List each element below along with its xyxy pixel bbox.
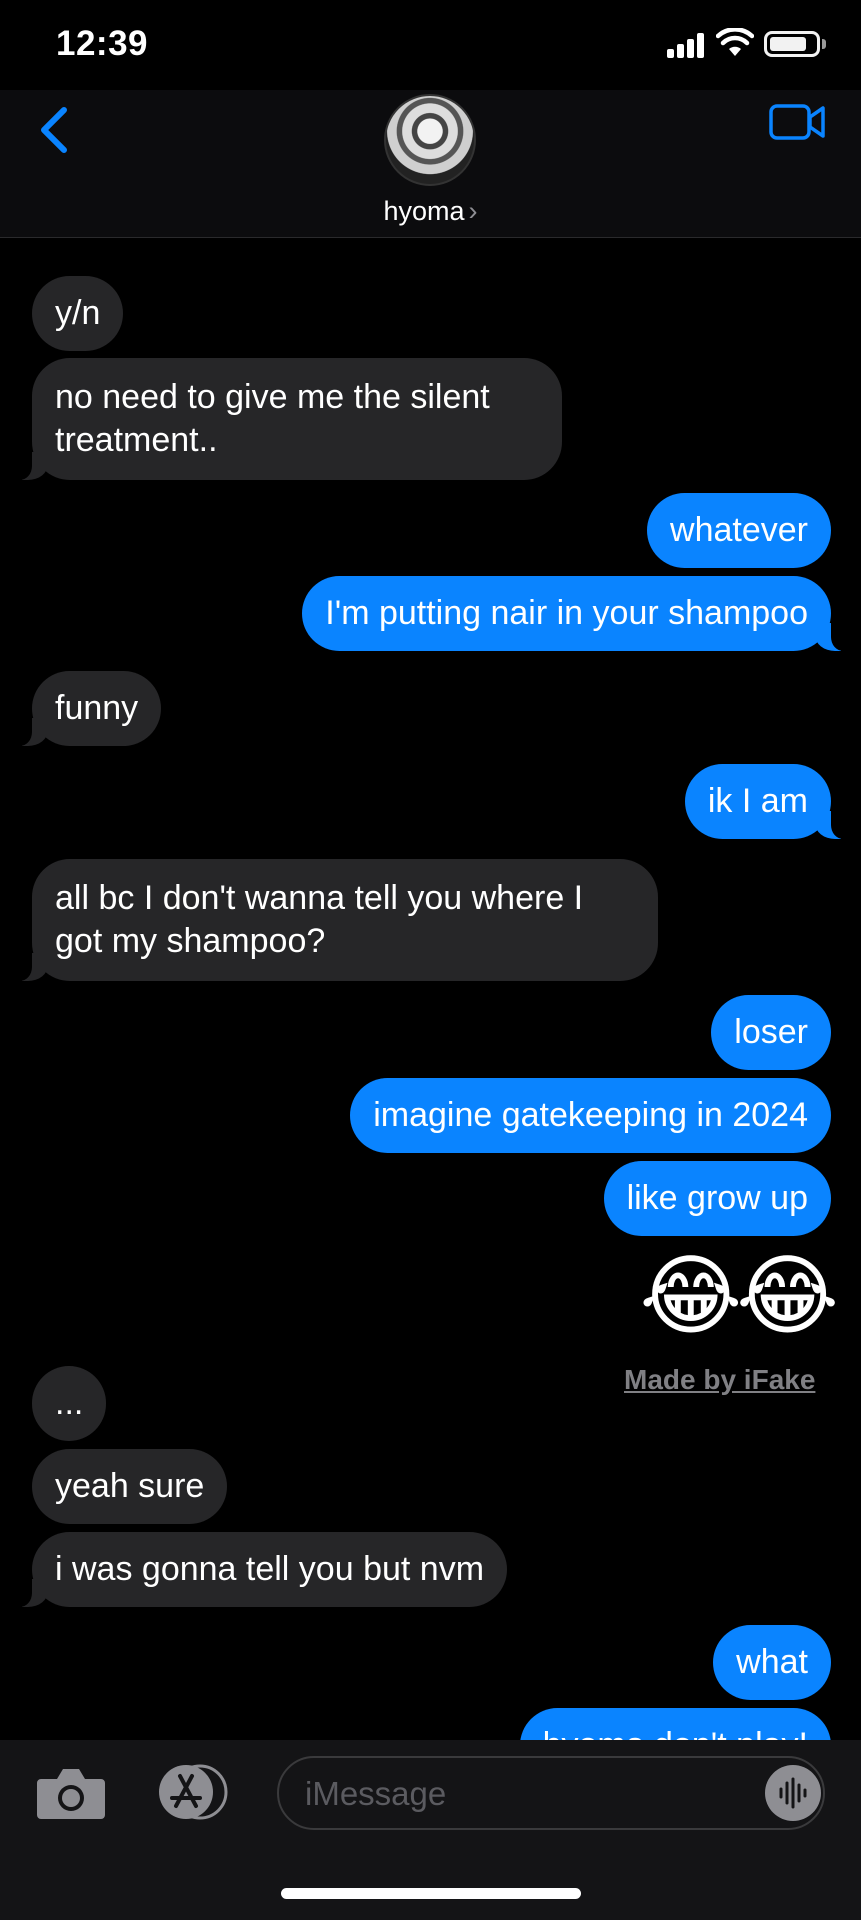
video-camera-icon[interactable] [768, 100, 826, 144]
message-incoming[interactable]: ... [32, 1366, 107, 1441]
compose-bar [0, 1740, 861, 1920]
wifi-icon [716, 28, 754, 56]
cellular-signal-icon [667, 32, 707, 58]
battery-cap [822, 39, 826, 49]
message-outgoing[interactable]: I'm putting nair in your shampoo [302, 576, 853, 651]
message-input[interactable] [305, 1772, 705, 1816]
camera-icon[interactable] [35, 1765, 107, 1821]
message-outgoing[interactable]: hyoma don't play! [519, 1708, 831, 1740]
contact-avatar[interactable] [384, 94, 476, 186]
message-input-field[interactable] [277, 1756, 825, 1830]
message-outgoing[interactable]: ik I am [684, 764, 854, 839]
message-incoming[interactable]: no need to give me the silent treatment.… [10, 358, 562, 480]
audio-waveform-icon [779, 1777, 807, 1809]
audio-message-button[interactable] [765, 1765, 821, 1821]
status-bar: 12:39 [0, 0, 861, 90]
app-store-icon[interactable] [150, 1763, 230, 1821]
message-outgoing[interactable]: imagine gatekeeping in 2024 [350, 1078, 831, 1153]
message-outgoing[interactable]: loser [711, 995, 831, 1070]
home-indicator[interactable] [281, 1888, 581, 1899]
contact-name-button[interactable]: hyoma › [0, 196, 861, 227]
status-time: 12:39 [56, 24, 149, 63]
contact-name: hyoma [383, 196, 465, 226]
message-outgoing[interactable]: whatever [647, 493, 831, 568]
back-chevron-icon[interactable] [30, 100, 80, 160]
message-incoming[interactable]: i was gonna tell you but nvm [9, 1532, 508, 1607]
battery-icon [764, 31, 820, 57]
message-incoming[interactable]: yeah sure [32, 1449, 228, 1524]
message-incoming[interactable]: funny [9, 671, 162, 746]
message-outgoing[interactable]: what [713, 1625, 831, 1700]
watermark: Made by iFake [624, 1364, 816, 1395]
message-incoming[interactable]: all bc I don't wanna tell you where I go… [10, 859, 658, 981]
chevron-right-icon: › [468, 196, 478, 226]
message-outgoing[interactable]: like grow up [603, 1161, 831, 1236]
conversation-header: hyoma › [0, 90, 861, 238]
message-incoming[interactable]: y/n [32, 276, 124, 351]
message-emoji[interactable]: 😂😂 [639, 1246, 839, 1346]
message-thread[interactable]: y/n no need to give me the silent treatm… [0, 238, 861, 1740]
